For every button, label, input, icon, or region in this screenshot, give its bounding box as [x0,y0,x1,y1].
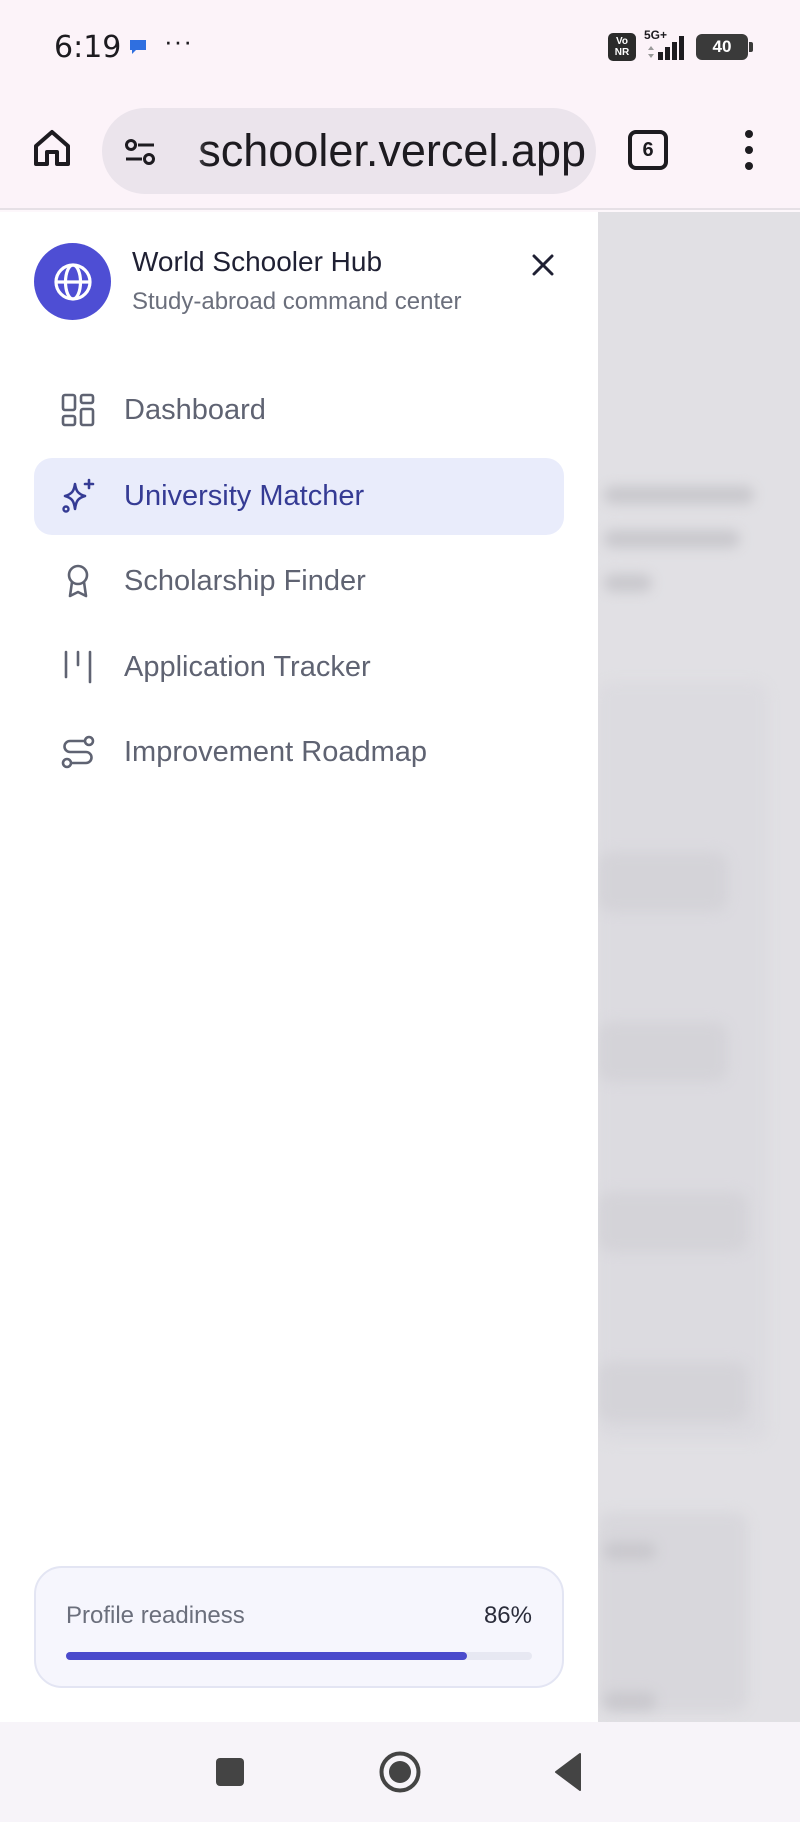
app-subtitle: Study-abroad command center [132,288,462,315]
url-text[interactable]: schooler.vercel.app [166,122,586,180]
award-icon [67,564,89,598]
nav-label-dashboard: Dashboard [124,394,266,426]
message-notification-icon [130,40,146,54]
signal-icon: 5G+ [644,28,688,62]
nav-item-scholarship-finder[interactable]: Scholarship Finder [34,543,564,620]
more-notifications-icon: ··· [164,26,193,56]
readiness-progress-bar [66,1652,532,1660]
readiness-value: 86% [483,1602,532,1629]
globe-icon [34,243,111,320]
navigation-drawer: World Schooler Hub Study-abroad command … [0,212,598,1722]
tab-switcher-button[interactable]: 6 [628,130,668,170]
battery-icon: 40 [696,34,753,60]
home-icon[interactable] [30,126,74,170]
kanban-icon [64,650,92,683]
background-page [598,212,800,1722]
nav-label-university-matcher: University Matcher [124,479,365,512]
nav-label-application-tracker: Application Tracker [124,650,371,683]
address-bar[interactable]: schooler.vercel.app [102,108,596,194]
nav-label-scholarship-finder: Scholarship Finder [124,565,366,597]
readiness-progress-fill [66,1652,467,1660]
battery-level: 40 [712,37,732,56]
status-time: 6:19 [54,30,122,65]
readiness-label: Profile readiness [66,1602,245,1629]
nav-label-improvement-roadmap: Improvement Roadmap [124,736,428,768]
status-bar: 6:19 ··· Vo NR 5G+ 40 [0,0,800,96]
nav-item-university-matcher[interactable]: University Matcher [34,457,564,535]
site-settings-icon[interactable] [122,134,158,170]
home-circle-icon[interactable] [378,1750,422,1794]
route-icon [61,735,95,769]
sparkles-icon [62,478,95,513]
profile-readiness-card: Profile readiness 86% [34,1566,564,1688]
drawer-nav: Dashboard University Matcher Scholarship… [34,372,564,800]
browser-menu-icon[interactable] [734,126,764,174]
recents-icon[interactable] [214,1756,246,1788]
browser-toolbar: schooler.vercel.app 6 [0,96,800,210]
screen: 6:19 ··· Vo NR 5G+ 40 schooler.vercel.ap… [0,0,800,1822]
nav-item-dashboard[interactable]: Dashboard [34,372,564,449]
app-title: World Schooler Hub [132,246,383,277]
back-icon[interactable] [552,1752,584,1792]
nav-item-application-tracker[interactable]: Application Tracker [34,629,564,706]
dashboard-icon [61,393,95,427]
vonr-icon: Vo NR [608,33,636,61]
close-icon[interactable] [528,250,558,280]
status-indicators: Vo NR 5G+ 40 [608,28,753,62]
nav-item-improvement-roadmap[interactable]: Improvement Roadmap [34,714,564,791]
system-nav-bar [0,1722,800,1822]
